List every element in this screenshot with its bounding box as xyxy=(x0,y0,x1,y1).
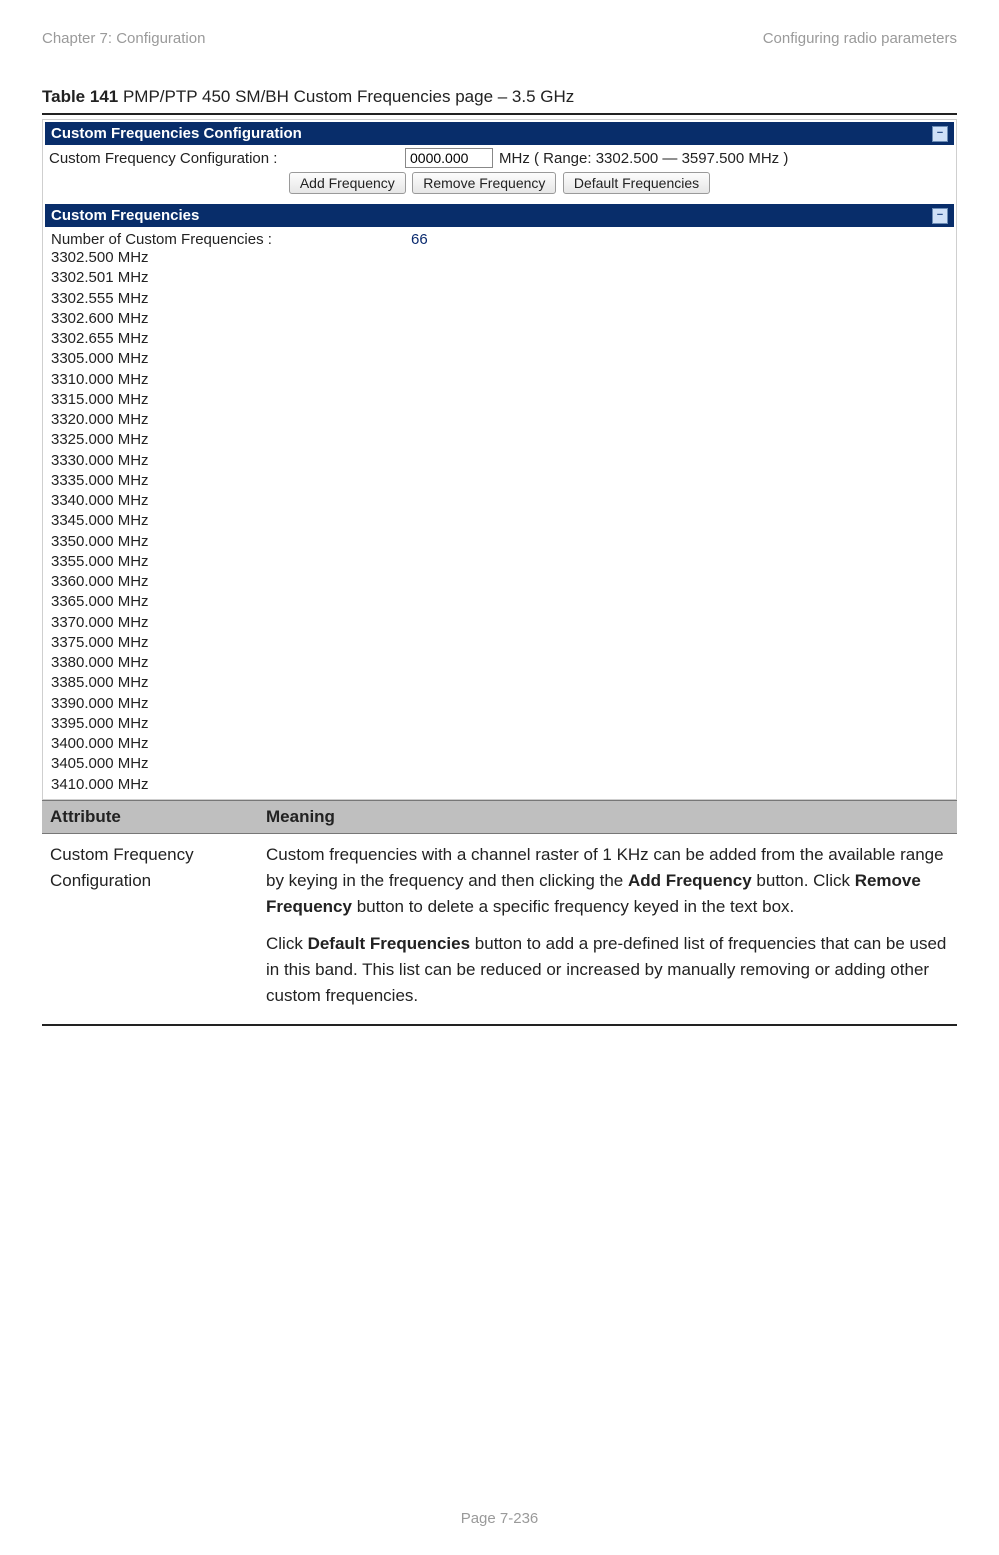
frequency-item: 3302.600 MHz xyxy=(51,309,948,329)
remove-frequency-button[interactable]: Remove Frequency xyxy=(412,172,556,194)
frequency-item: 3302.655 MHz xyxy=(51,329,948,349)
frequency-item: 3335.000 MHz xyxy=(51,471,948,491)
table-number: Table 141 xyxy=(42,87,118,106)
frequency-item: 3360.000 MHz xyxy=(51,572,948,592)
frequency-item: 3405.000 MHz xyxy=(51,754,948,774)
frequency-item: 3315.000 MHz xyxy=(51,390,948,410)
default-frequencies-button[interactable]: Default Frequencies xyxy=(563,172,710,194)
frequency-item: 3325.000 MHz xyxy=(51,430,948,450)
config-label: Custom Frequency Configuration : xyxy=(49,150,399,167)
page-footer: Page 7-236 xyxy=(0,1510,999,1527)
table-caption-text: PMP/PTP 450 SM/BH Custom Frequencies pag… xyxy=(118,87,574,106)
range-text: MHz ( Range: 3302.500 — 3597.500 MHz ) xyxy=(499,150,788,167)
page-header: Chapter 7: Configuration Configuring rad… xyxy=(42,30,957,47)
frequency-item: 3302.501 MHz xyxy=(51,268,948,288)
p1-bold-add: Add Frequency xyxy=(628,871,752,890)
p2-bold-default: Default Frequencies xyxy=(308,934,471,953)
p1-post: button to delete a specific frequency ke… xyxy=(352,897,794,916)
cell-attribute: Custom Frequency Configuration xyxy=(42,833,258,1025)
p2-pre: Click xyxy=(266,934,308,953)
frequency-item: 3400.000 MHz xyxy=(51,734,948,754)
frequency-item: 3370.000 MHz xyxy=(51,613,948,633)
table-caption: Table 141 PMP/PTP 450 SM/BH Custom Frequ… xyxy=(42,87,957,107)
frequency-item: 3310.000 MHz xyxy=(51,370,948,390)
config-panel-title: Custom Frequencies Configuration xyxy=(51,125,302,142)
header-left: Chapter 7: Configuration xyxy=(42,30,205,47)
frequencies-panel-title: Custom Frequencies xyxy=(51,207,199,224)
header-right: Configuring radio parameters xyxy=(763,30,957,47)
collapse-icon[interactable]: − xyxy=(932,208,948,224)
cell-meaning: Custom frequencies with a channel raster… xyxy=(258,833,957,1025)
count-value: 66 xyxy=(411,231,428,248)
collapse-icon[interactable]: − xyxy=(932,126,948,142)
caption-rule xyxy=(42,113,957,115)
p1-mid: button. Click xyxy=(752,871,855,890)
th-meaning: Meaning xyxy=(258,800,957,833)
frequency-item: 3340.000 MHz xyxy=(51,491,948,511)
frequency-item: 3410.000 MHz xyxy=(51,775,948,795)
frequencies-panel: Custom Frequencies − Number of Custom Fr… xyxy=(45,204,954,797)
count-row: Number of Custom Frequencies : 66 xyxy=(51,231,948,248)
config-panel-header: Custom Frequencies Configuration − xyxy=(45,122,954,145)
th-attribute: Attribute xyxy=(42,800,258,833)
table-row: Custom Frequency Configuration Custom fr… xyxy=(42,833,957,1025)
frequency-item: 3345.000 MHz xyxy=(51,511,948,531)
frequency-item: 3350.000 MHz xyxy=(51,532,948,552)
frequency-item: 3375.000 MHz xyxy=(51,633,948,653)
frequency-item: 3330.000 MHz xyxy=(51,451,948,471)
frequency-item: 3380.000 MHz xyxy=(51,653,948,673)
frequency-item: 3385.000 MHz xyxy=(51,673,948,693)
frequency-item: 3395.000 MHz xyxy=(51,714,948,734)
frequency-item: 3320.000 MHz xyxy=(51,410,948,430)
frequency-item: 3355.000 MHz xyxy=(51,552,948,572)
frequencies-panel-header: Custom Frequencies − xyxy=(45,204,954,227)
add-frequency-button[interactable]: Add Frequency xyxy=(289,172,406,194)
frequency-item: 3365.000 MHz xyxy=(51,592,948,612)
count-label: Number of Custom Frequencies : xyxy=(51,231,411,248)
frequency-input[interactable] xyxy=(405,148,493,168)
frequencies-panel-body: Number of Custom Frequencies : 66 3302.5… xyxy=(45,227,954,797)
button-row: Add Frequency Remove Frequency Default F… xyxy=(45,172,954,196)
config-row: Custom Frequency Configuration : MHz ( R… xyxy=(45,145,954,172)
frequency-list: 3302.500 MHz3302.501 MHz3302.555 MHz3302… xyxy=(51,248,948,795)
screenshot-region: Custom Frequencies Configuration − Custo… xyxy=(42,119,957,800)
frequency-item: 3390.000 MHz xyxy=(51,694,948,714)
attribute-table: Attribute Meaning Custom Frequency Confi… xyxy=(42,800,957,1026)
frequency-item: 3302.500 MHz xyxy=(51,248,948,268)
frequency-item: 3302.555 MHz xyxy=(51,289,948,309)
frequency-item: 3305.000 MHz xyxy=(51,349,948,369)
